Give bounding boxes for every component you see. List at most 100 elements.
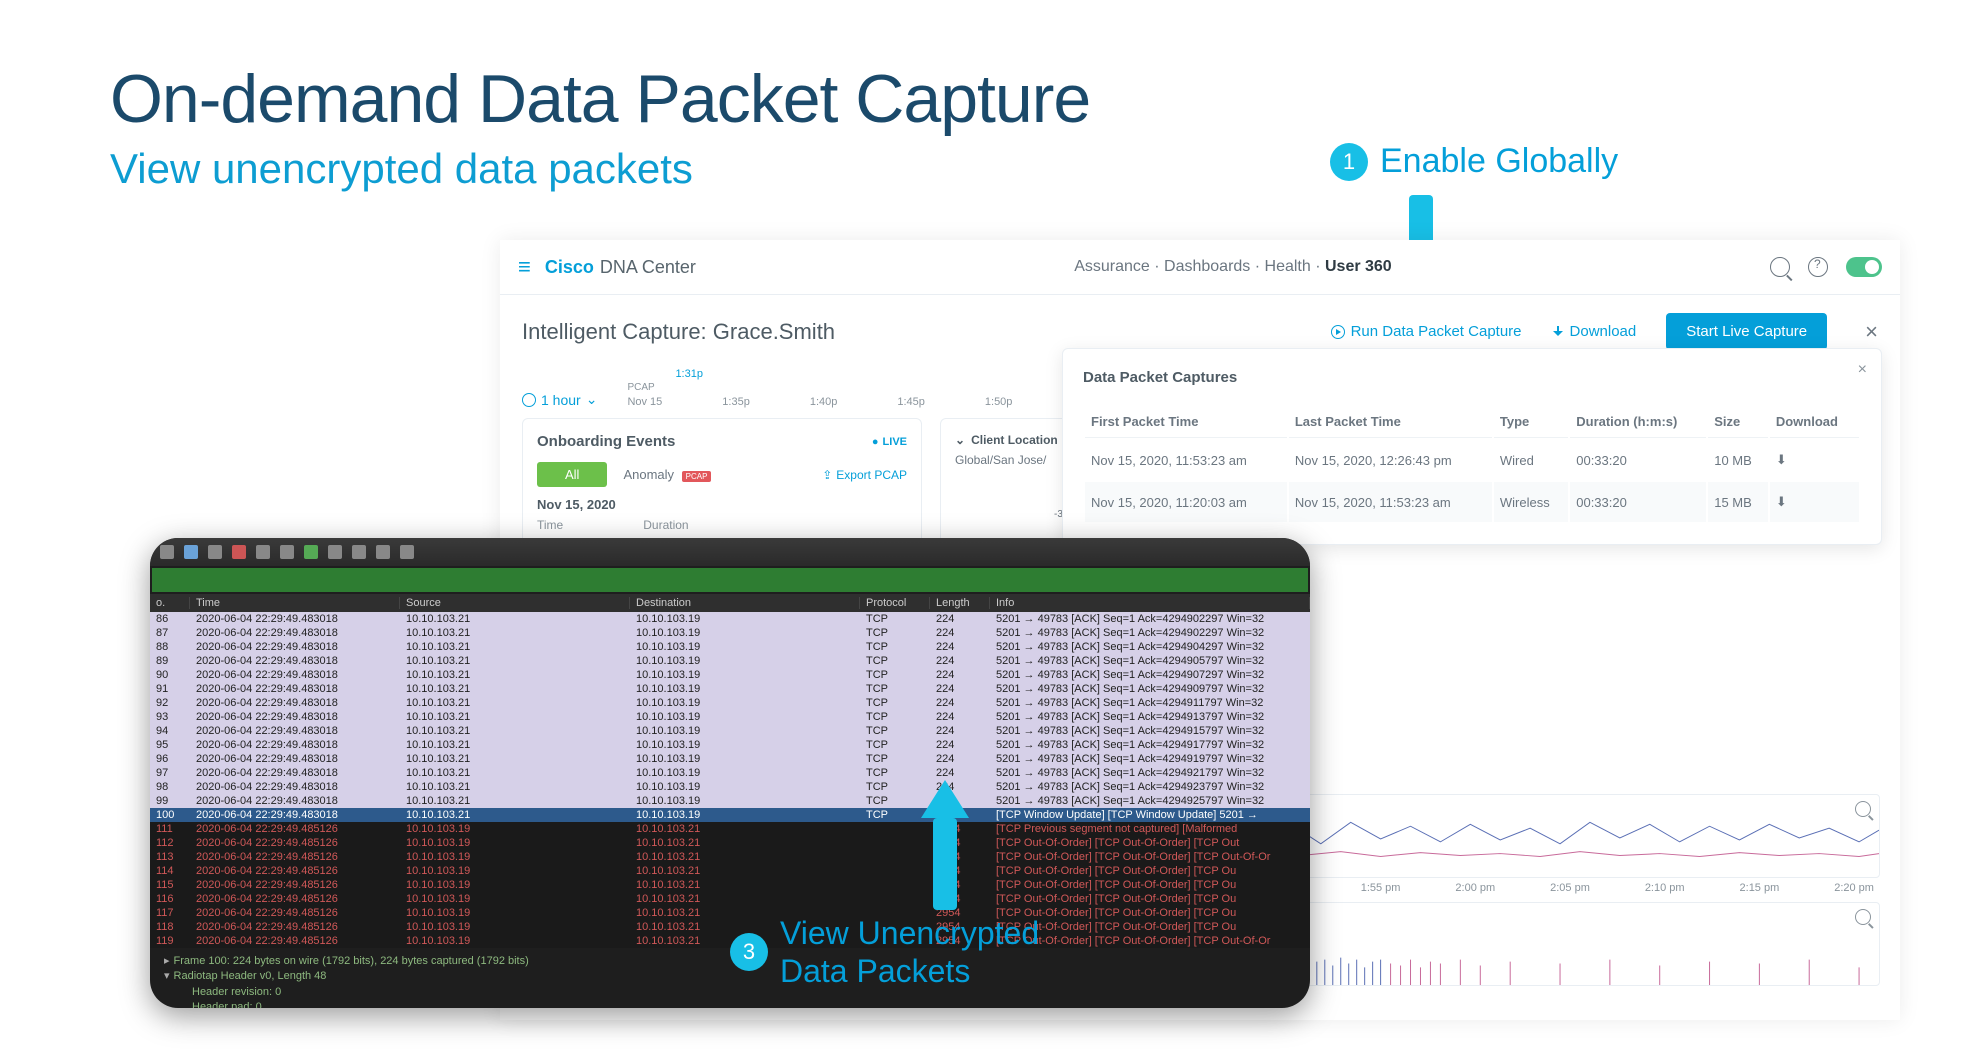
breadcrumb-item[interactable]: Assurance xyxy=(1074,258,1150,275)
axis-tick: 2:10 pm xyxy=(1645,882,1685,894)
menu-icon[interactable]: ≡ xyxy=(518,254,531,280)
callout-label: Enable Globally xyxy=(1380,142,1618,181)
packet-row[interactable]: 1112020-06-04 22:29:49.48512610.10.103.1… xyxy=(150,822,1310,836)
packet-row[interactable]: 1002020-06-04 22:29:49.48301810.10.103.2… xyxy=(150,808,1310,822)
breadcrumb-current: User 360 xyxy=(1325,258,1392,275)
packet-row[interactable]: 1152020-06-04 22:29:49.48512610.10.103.1… xyxy=(150,878,1310,892)
export-icon: ⇪ xyxy=(822,468,832,482)
anomaly-label: Anomaly xyxy=(623,467,674,482)
packet-captures-popover: × Data Packet Captures First Packet Time… xyxy=(1062,348,1882,545)
toolbar-icon[interactable] xyxy=(160,545,174,559)
packet-row[interactable]: 1122020-06-04 22:29:49.48512610.10.103.1… xyxy=(150,836,1310,850)
toolbar-icon[interactable] xyxy=(280,545,294,559)
toolbar-icon[interactable] xyxy=(208,545,222,559)
cell-size: 10 MB xyxy=(1708,440,1768,480)
toolbar-icon[interactable] xyxy=(256,545,270,559)
packet-row[interactable]: 982020-06-04 22:29:49.48301810.10.103.21… xyxy=(150,780,1310,794)
timeline-tick: 1:40p xyxy=(810,396,838,408)
tab-all[interactable]: All xyxy=(537,462,607,487)
packet-row[interactable]: 992020-06-04 22:29:49.48301810.10.103.21… xyxy=(150,794,1310,808)
captures-table: First Packet Time Last Packet Time Type … xyxy=(1083,404,1861,524)
axis-tick: 2:20 pm xyxy=(1834,882,1874,894)
page-title: Intelligent Capture: Grace.Smith xyxy=(522,319,835,345)
live-badge: LIVE xyxy=(872,436,907,448)
toolbar-icon[interactable] xyxy=(352,545,366,559)
col-source: Source xyxy=(400,597,630,609)
packet-row[interactable]: 942020-06-04 22:29:49.48301810.10.103.21… xyxy=(150,724,1310,738)
packet-row[interactable]: 902020-06-04 22:29:49.48301810.10.103.21… xyxy=(150,668,1310,682)
col-download: Download xyxy=(1770,406,1859,438)
chevron-down-icon[interactable]: ⌄ xyxy=(955,433,965,447)
play-icon xyxy=(1331,325,1345,339)
packet-row[interactable]: 972020-06-04 22:29:49.48301810.10.103.21… xyxy=(150,766,1310,780)
tab-anomaly[interactable]: Anomaly PCAP xyxy=(615,462,719,487)
packet-row[interactable]: 862020-06-04 22:29:49.48301810.10.103.21… xyxy=(150,612,1310,626)
axis-tick: 2:15 pm xyxy=(1740,882,1780,894)
display-filter-input[interactable] xyxy=(152,568,1308,592)
chart-axis: 1:50 pm 1:55 pm 2:00 pm 2:05 pm 2:10 pm … xyxy=(1260,882,1880,894)
toolbar-icon[interactable] xyxy=(184,545,198,559)
packet-row[interactable]: 962020-06-04 22:29:49.48301810.10.103.21… xyxy=(150,752,1310,766)
col-time: Time xyxy=(190,597,400,609)
breadcrumb-item[interactable]: Health xyxy=(1265,258,1311,275)
packet-row[interactable]: 892020-06-04 22:29:49.48301810.10.103.21… xyxy=(150,654,1310,668)
app-header: ≡ Cisco DNA Center Assurance · Dashboard… xyxy=(500,240,1900,295)
toolbar-icon[interactable] xyxy=(304,545,318,559)
breadcrumb-item[interactable]: Dashboards xyxy=(1164,258,1250,275)
chart-area: 1:50 pm 1:55 pm 2:00 pm 2:05 pm 2:10 pm … xyxy=(1260,794,1880,1000)
col-time: Time xyxy=(537,518,563,532)
run-packet-capture-link[interactable]: Run Data Packet Capture xyxy=(1331,323,1522,340)
product-name: DNA Center xyxy=(600,257,696,278)
search-icon[interactable] xyxy=(1770,257,1790,277)
toolbar-icon[interactable] xyxy=(232,545,246,559)
cell-last: Nov 15, 2020, 12:26:43 pm xyxy=(1289,440,1492,480)
timeline-tick: 1:45p xyxy=(897,396,925,408)
download-icon[interactable]: ⬇ xyxy=(1770,482,1859,522)
packet-row[interactable]: 1162020-06-04 22:29:49.48512610.10.103.1… xyxy=(150,892,1310,906)
toolbar-icon[interactable] xyxy=(328,545,342,559)
cell-first: Nov 15, 2020, 11:20:03 am xyxy=(1085,482,1287,522)
download-link[interactable]: Download xyxy=(1552,323,1637,340)
packet-row[interactable]: 882020-06-04 22:29:49.48301810.10.103.21… xyxy=(150,640,1310,654)
cell-last: Nov 15, 2020, 11:53:23 am xyxy=(1289,482,1492,522)
packet-row[interactable]: 1142020-06-04 22:29:49.48512610.10.103.1… xyxy=(150,864,1310,878)
slide-subtitle: View unencrypted data packets xyxy=(110,145,693,193)
close-icon[interactable]: × xyxy=(1865,319,1878,345)
axis-tick: 2:05 pm xyxy=(1550,882,1590,894)
run-label: Run Data Packet Capture xyxy=(1351,323,1522,340)
zoom-icon[interactable] xyxy=(1855,801,1871,817)
packet-row[interactable]: 872020-06-04 22:29:49.48301810.10.103.21… xyxy=(150,626,1310,640)
axis-tick: 1:55 pm xyxy=(1361,882,1401,894)
slide-title: On-demand Data Packet Capture xyxy=(110,60,1090,138)
toolbar-icon[interactable] xyxy=(376,545,390,559)
table-row: Nov 15, 2020, 11:20:03 am Nov 15, 2020, … xyxy=(1085,482,1859,522)
callout-number-1: 1 xyxy=(1330,143,1368,181)
download-icon[interactable]: ⬇ xyxy=(1770,440,1859,480)
time-range-selector[interactable]: 1 hour ⌄ xyxy=(522,391,597,408)
cell-duration: 00:33:20 xyxy=(1570,482,1706,522)
callout-enable-globally: 1 Enable Globally xyxy=(1330,142,1618,181)
hour-label: 1 hour xyxy=(541,392,581,408)
status-toggle[interactable] xyxy=(1846,257,1882,277)
packet-row[interactable]: 912020-06-04 22:29:49.48301810.10.103.21… xyxy=(150,682,1310,696)
col-destination: Destination xyxy=(630,597,860,609)
packet-row[interactable]: 952020-06-04 22:29:49.48301810.10.103.21… xyxy=(150,738,1310,752)
card-title: Onboarding Events xyxy=(537,433,675,450)
packet-row[interactable]: 932020-06-04 22:29:49.48301810.10.103.21… xyxy=(150,710,1310,724)
cell-first: Nov 15, 2020, 11:53:23 am xyxy=(1085,440,1287,480)
export-pcap-link[interactable]: ⇪ Export PCAP xyxy=(822,468,907,482)
col-last-packet: Last Packet Time xyxy=(1289,406,1492,438)
packet-row[interactable]: 1132020-06-04 22:29:49.48512610.10.103.1… xyxy=(150,850,1310,864)
zoom-icon[interactable] xyxy=(1855,909,1871,925)
popover-title: Data Packet Captures xyxy=(1083,369,1861,386)
pcap-tag: PCAP xyxy=(682,471,712,482)
callout-view-unencrypted: 3 View Unencrypted Data Packets xyxy=(730,914,1039,991)
packet-list[interactable]: 862020-06-04 22:29:49.48301810.10.103.21… xyxy=(150,612,1310,948)
start-live-capture-button[interactable]: Start Live Capture xyxy=(1666,313,1827,350)
col-info: Info xyxy=(990,597,1310,609)
close-icon[interactable]: × xyxy=(1858,361,1867,379)
toolbar-icon[interactable] xyxy=(400,545,414,559)
cell-duration: 00:33:20 xyxy=(1570,440,1706,480)
packet-row[interactable]: 922020-06-04 22:29:49.48301810.10.103.21… xyxy=(150,696,1310,710)
help-icon[interactable] xyxy=(1808,257,1828,277)
